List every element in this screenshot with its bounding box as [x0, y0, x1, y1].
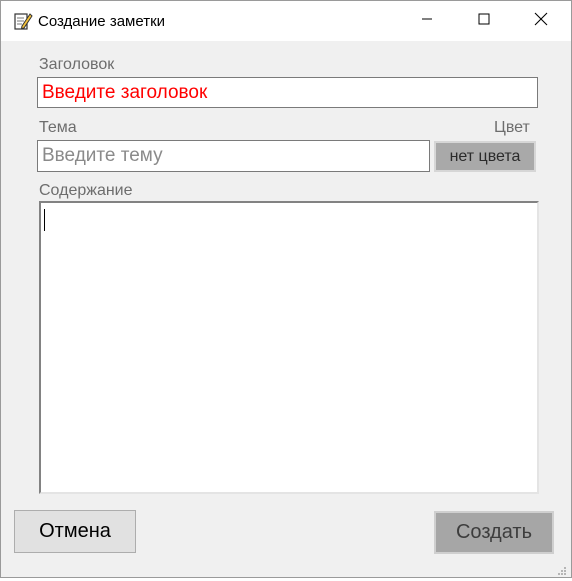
minimize-button[interactable] — [404, 1, 450, 41]
topic-input[interactable]: Введите тему — [37, 140, 430, 172]
cancel-button[interactable]: Отмена — [14, 510, 136, 553]
maximize-icon — [478, 12, 490, 30]
topic-label: Тема — [39, 119, 77, 136]
close-button[interactable] — [518, 1, 564, 41]
note-dialog-window: Создание заметки Заголовок Введите загол… — [0, 0, 572, 578]
title-bar[interactable]: Создание заметки — [1, 1, 571, 41]
minimize-icon — [421, 12, 433, 30]
content-label: Содержание — [39, 182, 133, 199]
content-textarea[interactable] — [39, 201, 539, 494]
window-title: Создание заметки — [38, 13, 166, 30]
topic-input-placeholder: Введите тему — [42, 145, 163, 166]
color-picker-button[interactable]: нет цвета — [434, 141, 536, 172]
close-icon — [534, 12, 548, 31]
text-caret — [44, 209, 45, 231]
maximize-button[interactable] — [461, 1, 507, 41]
resize-grip-icon[interactable] — [557, 563, 567, 575]
title-label: Заголовок — [39, 56, 115, 73]
color-label: Цвет — [494, 119, 530, 136]
title-input-value: Введите заголовок — [42, 81, 208, 103]
title-input[interactable]: Введите заголовок — [37, 77, 538, 108]
notepad-pencil-icon — [13, 11, 33, 31]
create-button[interactable]: Создать — [434, 511, 554, 554]
